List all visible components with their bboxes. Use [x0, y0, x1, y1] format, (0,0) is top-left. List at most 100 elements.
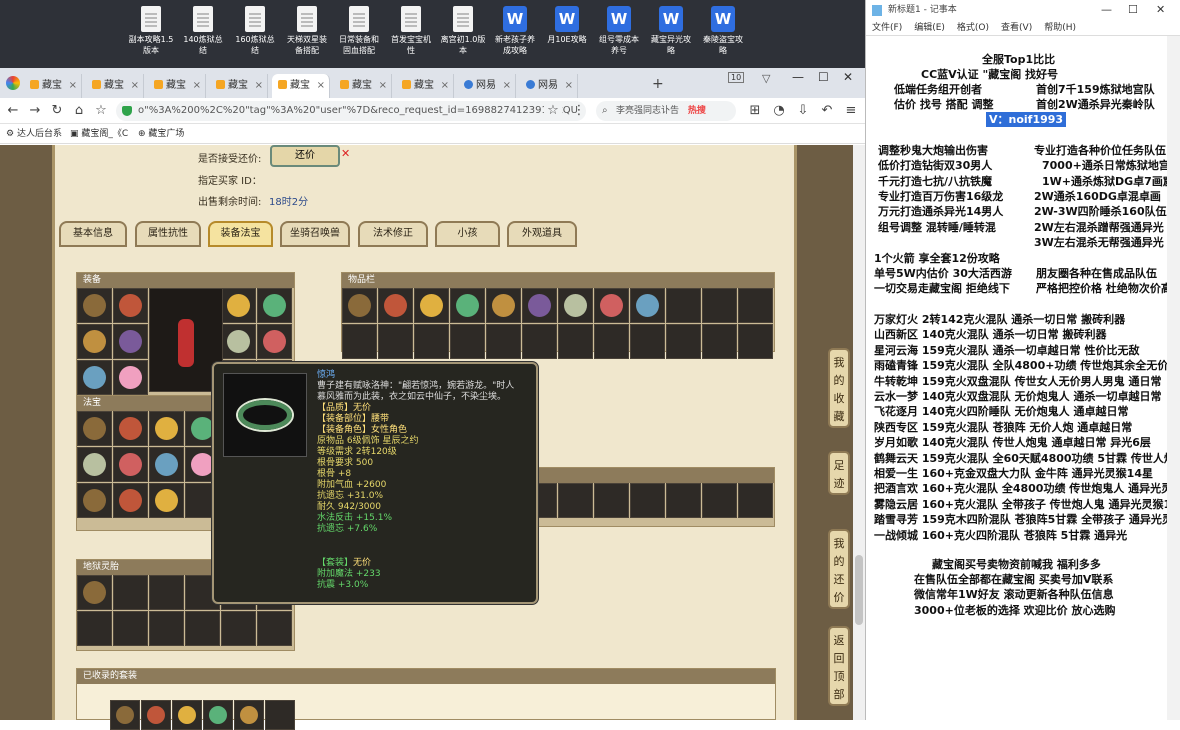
settings-menu-icon[interactable]: ≡: [842, 102, 860, 120]
item-slot[interactable]: [203, 700, 233, 730]
item-slot[interactable]: [257, 611, 292, 646]
item-slot[interactable]: [221, 611, 256, 646]
desktop-file-icon[interactable]: 160炼狱总结: [232, 6, 278, 56]
profile-icon[interactable]: ◔: [770, 102, 788, 120]
browser-tab[interactable]: 藏宝 ×: [86, 74, 144, 98]
forward-arrow-icon[interactable]: →: [26, 102, 44, 120]
game-tab[interactable]: 法术修正: [358, 221, 428, 247]
desktop-file-icon[interactable]: W 藏宝异光攻略: [648, 6, 694, 56]
notepad-minimize-button[interactable]: —: [1101, 0, 1112, 20]
game-tab[interactable]: 属性抗性: [135, 221, 201, 247]
favorite-star-icon[interactable]: ☆: [92, 102, 110, 120]
tab-close-icon[interactable]: ×: [379, 74, 387, 98]
desktop-file-icon[interactable]: 140炼狱总结: [180, 6, 226, 56]
item-slot[interactable]: [234, 700, 264, 730]
hot-search-badge[interactable]: 热搜: [688, 106, 706, 116]
search-box[interactable]: ⌕ 李亮强同志讣告 热搜: [596, 101, 736, 121]
desktop-file-icon[interactable]: W 新老孩子养成攻略: [492, 6, 538, 56]
tab-close-icon[interactable]: ×: [193, 74, 201, 98]
item-slot[interactable]: [558, 483, 593, 518]
tab-close-icon[interactable]: ×: [441, 74, 449, 98]
desktop-file-icon[interactable]: 离宫初1.0版本: [440, 6, 486, 56]
item-slot[interactable]: [77, 288, 112, 323]
item-slot[interactable]: [630, 324, 665, 359]
browser-tab[interactable]: 藏宝 ×: [148, 74, 206, 98]
item-slot[interactable]: [265, 700, 295, 730]
desktop-file-icon[interactable]: 天梯双星装备搭配: [284, 6, 330, 56]
notepad-maximize-button[interactable]: ☐: [1128, 0, 1138, 20]
bookmark-star-icon[interactable]: ☆: [544, 102, 562, 120]
item-slot[interactable]: [172, 700, 202, 730]
browser-tab[interactable]: 藏宝 ×: [272, 74, 330, 98]
item-slot[interactable]: [558, 288, 593, 323]
item-slot[interactable]: [77, 360, 112, 395]
item-slot[interactable]: [113, 324, 148, 359]
notepad-menu-item[interactable]: 文件(F): [872, 20, 902, 36]
bookmark-item[interactable]: ▣ 藏宝阁_《C: [70, 124, 128, 144]
item-slot[interactable]: [738, 288, 773, 323]
notepad-scrollbar[interactable]: [1167, 36, 1180, 720]
item-slot[interactable]: [342, 288, 377, 323]
item-slot[interactable]: [221, 288, 256, 323]
item-slot[interactable]: [141, 700, 171, 730]
browser-tab[interactable]: 藏宝 ×: [396, 74, 454, 98]
tab-close-icon[interactable]: ×: [131, 74, 139, 98]
item-slot[interactable]: [522, 324, 557, 359]
item-slot[interactable]: [77, 575, 112, 610]
item-slot[interactable]: [702, 288, 737, 323]
browser-tab[interactable]: 藏宝 ×: [334, 74, 392, 98]
game-tab[interactable]: 坐骑召唤兽: [280, 221, 350, 247]
side-button[interactable]: 足迹: [828, 451, 850, 495]
item-slot[interactable]: [77, 447, 112, 482]
item-slot[interactable]: [486, 324, 521, 359]
item-slot[interactable]: [77, 324, 112, 359]
notepad-menu-item[interactable]: 格式(O): [957, 20, 989, 36]
close-window-button[interactable]: ✕: [843, 70, 853, 84]
item-slot[interactable]: [221, 324, 256, 359]
item-slot[interactable]: [257, 288, 292, 323]
item-slot[interactable]: [666, 324, 701, 359]
new-tab-button[interactable]: +: [652, 76, 664, 92]
notepad-menu-item[interactable]: 编辑(E): [914, 20, 945, 36]
item-slot[interactable]: [149, 611, 184, 646]
item-slot[interactable]: [378, 324, 413, 359]
item-slot[interactable]: [149, 575, 184, 610]
item-slot[interactable]: [257, 324, 292, 359]
window-pin-icon[interactable]: ▽: [762, 72, 770, 85]
desktop-file-icon[interactable]: 首发宝宝机性: [388, 6, 434, 56]
reload-icon[interactable]: ↻: [48, 102, 66, 120]
item-slot[interactable]: [149, 483, 184, 518]
desktop-file-icon[interactable]: W 月10E攻略: [544, 6, 590, 45]
item-slot[interactable]: [594, 288, 629, 323]
bookmark-item[interactable]: ⚙ 达人后台系: [6, 124, 62, 144]
item-slot[interactable]: [450, 288, 485, 323]
item-slot[interactable]: [702, 324, 737, 359]
item-slot[interactable]: [738, 483, 773, 518]
browser-menu-icon[interactable]: ⋮: [570, 102, 588, 120]
item-slot[interactable]: [486, 288, 521, 323]
item-slot[interactable]: [414, 324, 449, 359]
browser-tab[interactable]: 藏宝 ×: [210, 74, 268, 98]
item-slot[interactable]: [342, 324, 377, 359]
item-slot[interactable]: [666, 288, 701, 323]
item-slot[interactable]: [630, 483, 665, 518]
tab-close-icon[interactable]: ×: [503, 74, 511, 98]
browser-tab[interactable]: 网易 ×: [458, 74, 516, 98]
item-slot[interactable]: [702, 483, 737, 518]
item-slot[interactable]: [378, 288, 413, 323]
browser-logo-icon[interactable]: [6, 76, 20, 90]
url-field[interactable]: o"%3A%200%2C%20"tag"%3A%20"user"%7D&reco…: [116, 101, 586, 121]
back-arrow-icon[interactable]: ←: [4, 102, 22, 120]
item-slot[interactable]: [738, 324, 773, 359]
tab-count-badge[interactable]: 10: [728, 72, 745, 83]
item-slot[interactable]: [113, 411, 148, 446]
item-slot[interactable]: [149, 447, 184, 482]
desktop-file-icon[interactable]: W 秦陵盗宝攻略: [700, 6, 746, 56]
item-slot[interactable]: [113, 575, 148, 610]
downloads-icon[interactable]: ⇩: [794, 102, 812, 120]
side-button[interactable]: 我的收藏: [828, 348, 850, 428]
home-icon[interactable]: ⌂: [70, 102, 88, 120]
item-slot[interactable]: [558, 324, 593, 359]
tab-close-icon[interactable]: ×: [69, 74, 77, 98]
desktop-file-icon[interactable]: 日常装备和固血搭配: [336, 6, 382, 56]
